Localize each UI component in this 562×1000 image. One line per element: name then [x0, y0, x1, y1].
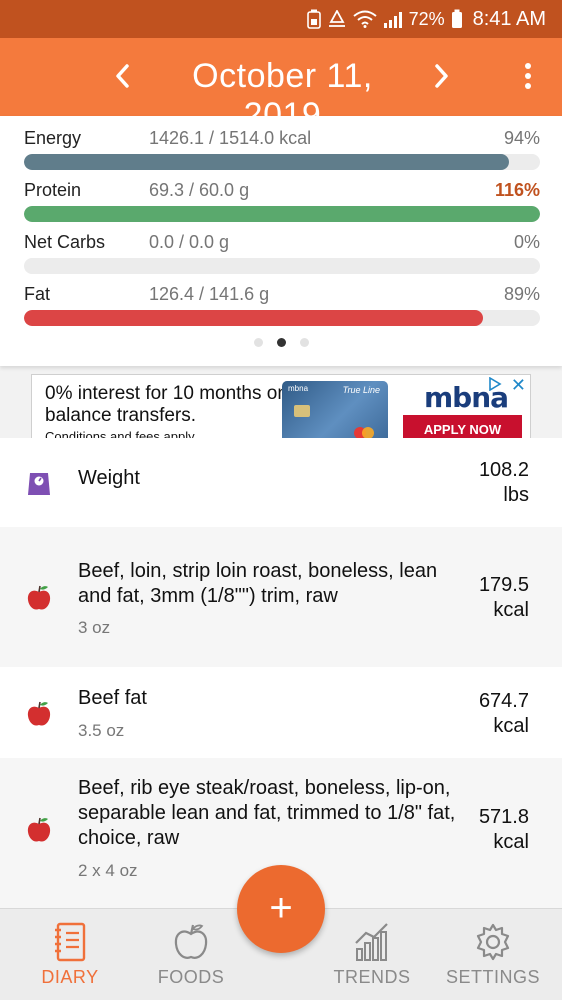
nutrient-progress-track: [24, 206, 540, 222]
ad-headline: 0% interest for 10 months on balance tra…: [45, 383, 288, 426]
chevron-right-icon: [435, 64, 448, 88]
nutrient-value: 0.0 / 0.0 g: [149, 232, 230, 252]
entry-amount: 179.5 kcal: [479, 573, 529, 623]
nutrient-value: 69.3 / 60.0 g: [149, 180, 250, 200]
entry-amount: 571.8 kcal: [479, 805, 529, 855]
entry-name: Beef fat: [78, 687, 147, 709]
previous-day-button[interactable]: [108, 56, 138, 96]
battery-icon: [451, 9, 462, 28]
nutrient-percent: 116%: [494, 180, 540, 200]
nutrient-protein: Protein 69.3 / 60.0 g 116%: [24, 180, 540, 231]
nutrient-value: 1426.1 / 1514.0 kcal: [149, 128, 312, 148]
apple-outline-icon: [174, 924, 208, 959]
entry-quantity: 3.5 oz: [78, 721, 125, 740]
nutrient-progress-fill: [24, 154, 510, 170]
entry-amount-unit: kcal: [493, 831, 529, 853]
next-day-button[interactable]: [426, 56, 456, 96]
entry-amount: 674.7 kcal: [479, 689, 529, 739]
nutrient-progress-track: [24, 310, 540, 326]
nutrient-label: Protein: [24, 180, 82, 200]
entry-amount-unit: kcal: [493, 715, 529, 737]
nutrient-energy: Energy 1426.1 / 1514.0 kcal 94%: [24, 128, 540, 179]
nutrient-label: Energy: [24, 128, 82, 148]
entry-quantity: 2 x 4 oz: [78, 861, 138, 880]
scale-icon: [28, 473, 50, 495]
adchoices-icon[interactable]: [488, 377, 502, 391]
page-dot: [253, 338, 263, 347]
more-vert-icon: [516, 63, 540, 89]
wifi-icon: [352, 10, 377, 28]
app-bar: October 11, 2019: [0, 38, 562, 134]
entry-amount-value: 674.7: [478, 690, 529, 712]
nutrient-progress-track: [24, 154, 540, 170]
ad-card-brand: mbna: [288, 384, 309, 393]
nutrient-net-carbs: Net Carbs 0.0 / 0.0 g 0%: [24, 232, 540, 283]
entry-amount-value: 179.5: [478, 574, 529, 596]
diary-entry-weight[interactable]: Weight 108.2 lbs: [0, 438, 562, 527]
ad-card-line: True Line: [342, 385, 380, 395]
nutrient-label: Net Carbs: [24, 232, 106, 252]
entry-quantity: 3 oz: [78, 618, 111, 637]
more-menu-button[interactable]: [516, 60, 540, 94]
ad-close-icon[interactable]: ✕: [511, 375, 526, 396]
battery-percent: 72%: [408, 8, 445, 29]
page-dot: [299, 338, 309, 347]
entry-amount-unit: kcal: [493, 599, 529, 621]
nutrient-progress-fill: [24, 206, 540, 222]
nutrient-percent: 89%: [503, 284, 540, 304]
gear-icon: [476, 923, 510, 961]
nutrient-progress-fill: [24, 310, 484, 326]
nutrient-percent: 94%: [503, 128, 540, 148]
apple-icon: [27, 585, 51, 610]
nav-diary[interactable]: DIARY: [10, 909, 130, 1000]
signal-icon: [383, 12, 402, 28]
nav-label: FOODS: [157, 967, 225, 987]
nutrient-progress-track: [24, 258, 540, 274]
recycle-icon: [328, 10, 345, 27]
trends-icon: [355, 923, 388, 961]
clock: 8:41 AM: [472, 7, 546, 30]
diary-entry-food[interactable]: Beef, loin, strip loin roast, boneless, …: [0, 527, 562, 667]
nav-label: DIARY: [41, 967, 99, 987]
page-dot-active: [276, 338, 286, 347]
entry-amount-value: 571.8: [478, 806, 529, 828]
battery-saver-icon: [306, 9, 321, 29]
entry-amount: 108.2 lbs: [479, 458, 529, 508]
nutrient-value: 126.4 / 141.6 g: [149, 284, 270, 304]
chevron-left-icon: [116, 64, 129, 88]
nutrient-percent: 0%: [513, 232, 540, 252]
nav-trends[interactable]: TRENDS: [312, 909, 432, 1000]
nutrient-fat: Fat 126.4 / 141.6 g 89%: [24, 284, 540, 335]
nutrition-summary[interactable]: Energy 1426.1 / 1514.0 kcal 94% Protein …: [0, 116, 562, 366]
entry-amount-value: 108.2: [478, 459, 529, 481]
status-bar: 72% 8:41 AM: [0, 0, 562, 38]
entry-amount-unit: lbs: [503, 484, 529, 506]
apple-icon: [27, 701, 51, 726]
nutrient-label: Fat: [24, 284, 51, 304]
diary-icon: [55, 922, 86, 962]
entry-name: Beef, loin, strip loin roast, boneless, …: [78, 560, 438, 607]
nav-label: TRENDS: [333, 967, 411, 987]
apple-icon: [27, 817, 51, 842]
nav-foods[interactable]: FOODS: [131, 909, 251, 1000]
add-entry-button[interactable]: +: [237, 865, 325, 953]
entry-name: Beef, rib eye steak/roast, boneless, lip…: [78, 777, 456, 849]
status-icons: 72% 8:41 AM: [306, 0, 546, 38]
diary-entry-food[interactable]: Beef fat 3.5 oz 674.7 kcal: [0, 667, 562, 758]
card-chip-icon: [294, 405, 310, 417]
entry-name: Weight: [78, 467, 140, 489]
nav-label: SETTINGS: [445, 967, 540, 987]
page-indicator[interactable]: [0, 338, 562, 347]
nav-settings[interactable]: SETTINGS: [433, 909, 553, 1000]
